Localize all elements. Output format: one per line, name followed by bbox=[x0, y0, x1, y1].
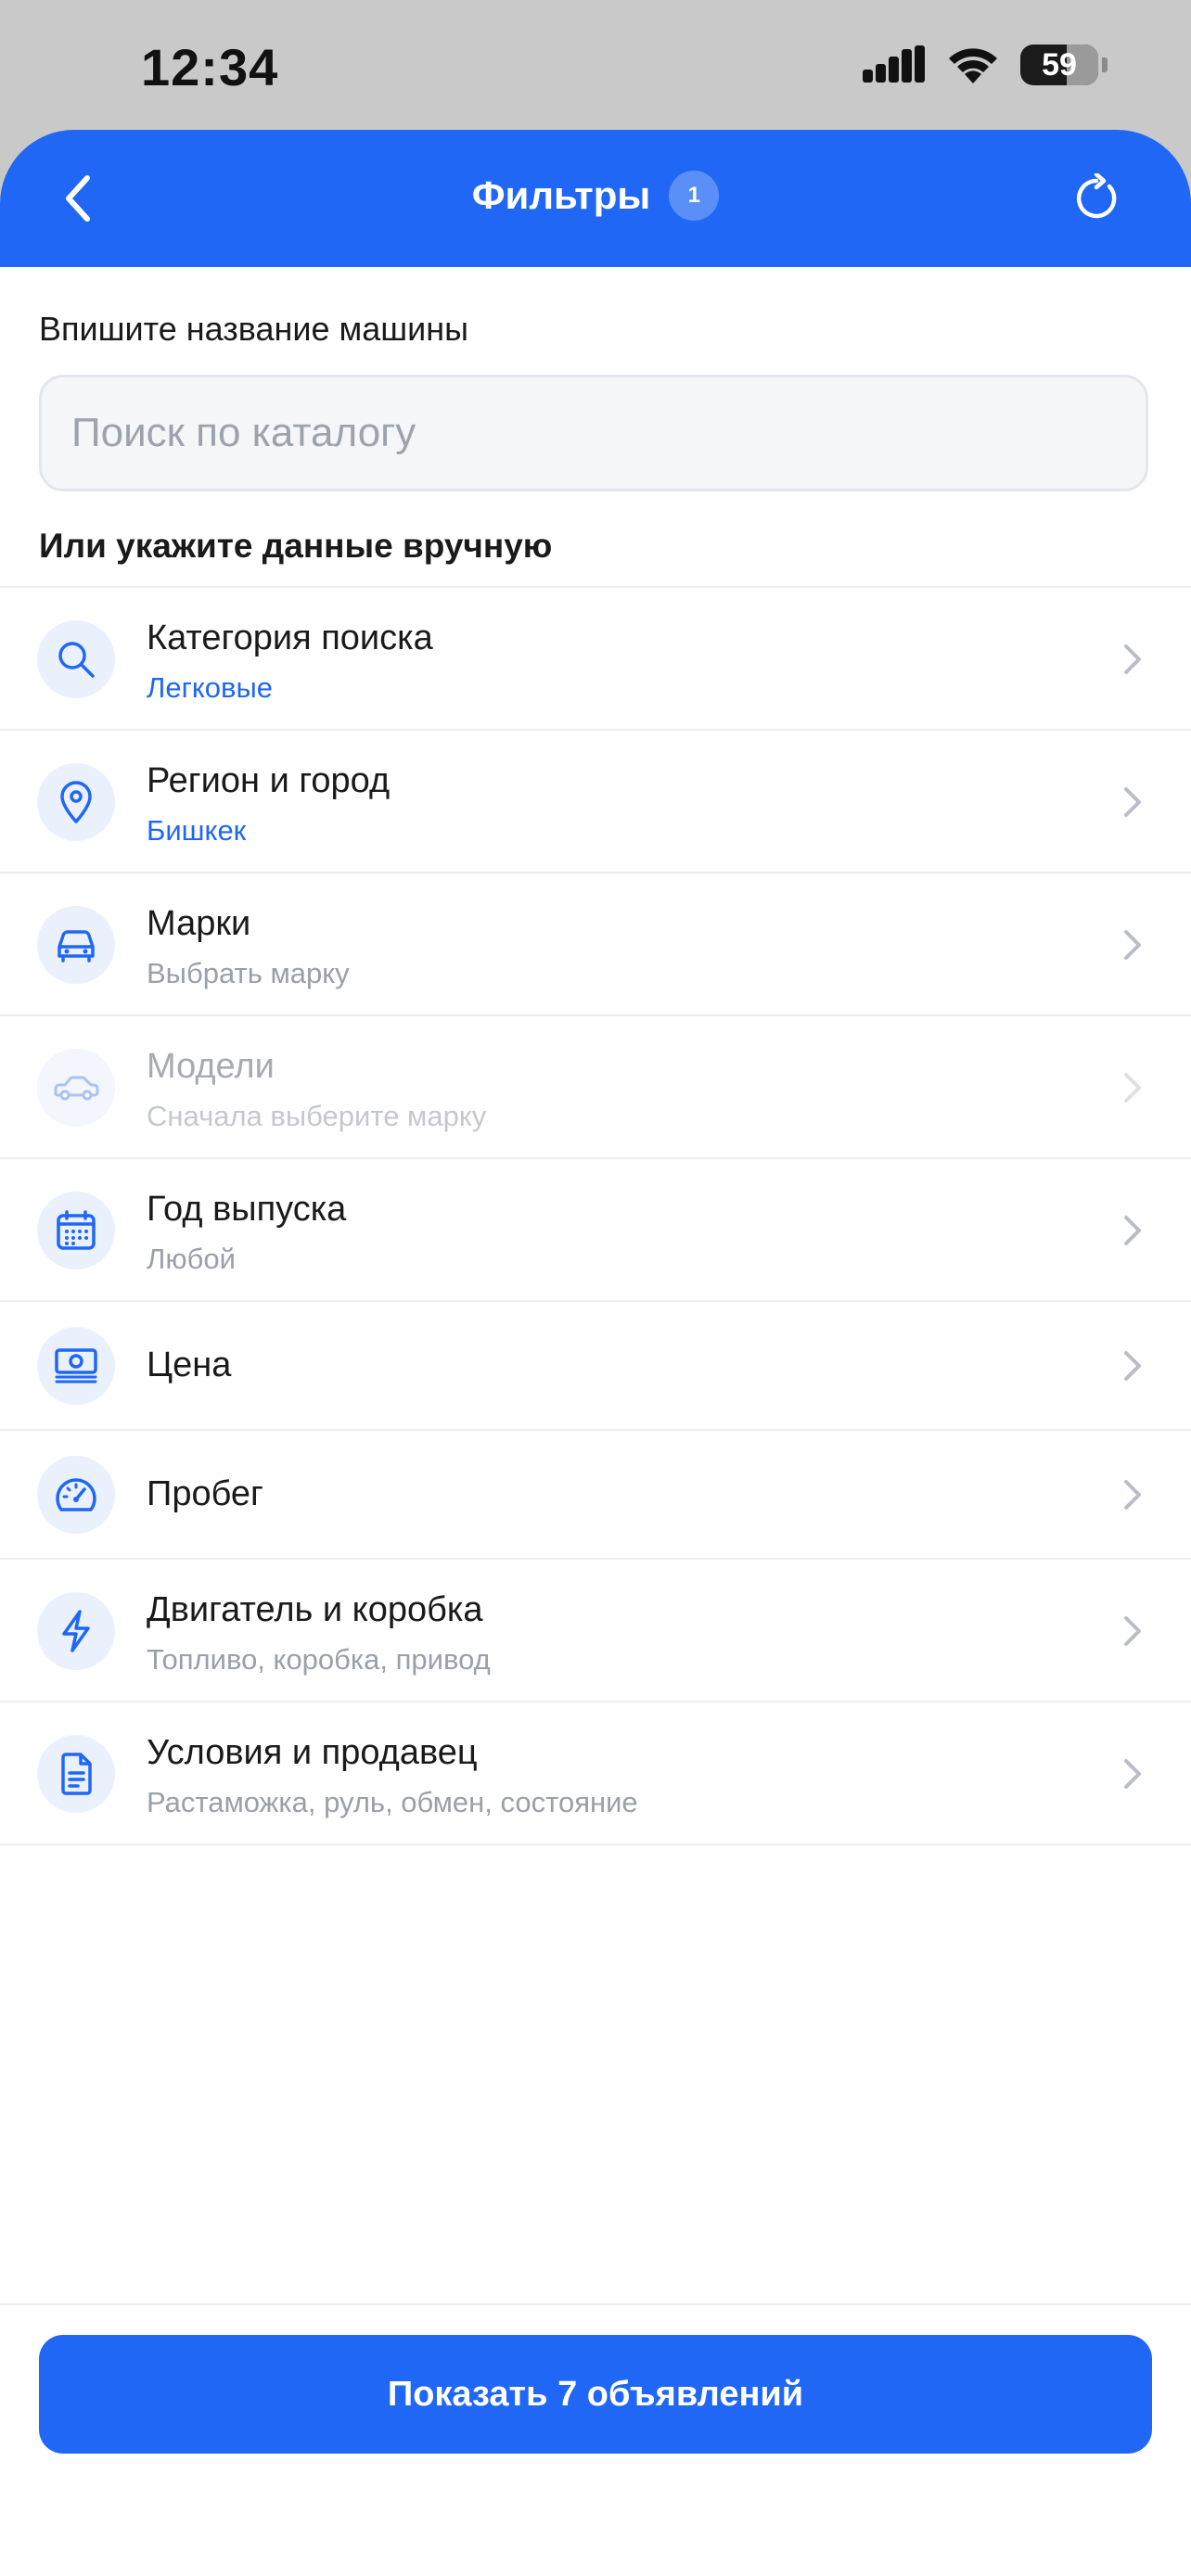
chevron-right-icon bbox=[1124, 787, 1141, 817]
bottom-divider bbox=[0, 2303, 1191, 2305]
status-icons: 59 bbox=[863, 45, 1108, 85]
filter-value: Легковые bbox=[147, 671, 274, 704]
filter-title: Год выпуска bbox=[147, 1190, 347, 1229]
filter-row-brands[interactable]: Марки Выбрать марку bbox=[0, 874, 1191, 1016]
chevron-right-icon bbox=[1124, 1480, 1141, 1510]
filter-value: Любой bbox=[147, 1243, 236, 1275]
battery-icon: 59 bbox=[1020, 45, 1098, 85]
manual-section-label: Или укажите данные вручную bbox=[39, 527, 553, 565]
location-pin-icon bbox=[37, 763, 115, 841]
filter-value: Сначала выберите марку bbox=[147, 1100, 487, 1132]
filter-title: Цена bbox=[147, 1345, 232, 1384]
speedometer-icon bbox=[37, 1456, 115, 1534]
filter-row-engine[interactable]: Двигатель и коробка Топливо, коробка, пр… bbox=[0, 1560, 1191, 1702]
filter-row-conditions[interactable]: Условия и продавец Растаможка, руль, обм… bbox=[0, 1702, 1191, 1845]
status-bar: 12:34 59 bbox=[0, 0, 1191, 130]
filter-list: Категория поиска Легковые Регион и город… bbox=[0, 586, 1191, 1845]
filters-content: Впишите название машины Или укажите данн… bbox=[0, 267, 1191, 2576]
car-icon bbox=[37, 906, 115, 984]
filter-title: Модели bbox=[147, 1047, 275, 1086]
filter-title: Категория поиска bbox=[147, 618, 433, 657]
filter-title: Условия и продавец bbox=[147, 1733, 478, 1772]
active-filters-badge: 1 bbox=[669, 171, 720, 221]
filter-row-year[interactable]: Год выпуска Любой bbox=[0, 1159, 1191, 1302]
chevron-right-icon bbox=[1124, 930, 1141, 960]
refresh-icon bbox=[1076, 173, 1117, 219]
chevron-right-icon bbox=[1124, 1073, 1141, 1103]
filter-title: Марки bbox=[147, 904, 251, 943]
filter-row-category[interactable]: Категория поиска Легковые bbox=[0, 588, 1191, 731]
calendar-icon bbox=[37, 1192, 115, 1269]
chevron-right-icon bbox=[1124, 1216, 1141, 1245]
battery-level: 59 bbox=[1042, 46, 1077, 83]
filter-value: Бишкек bbox=[147, 814, 247, 847]
chevron-right-icon bbox=[1124, 1351, 1141, 1381]
header-title-group: Фильтры 1 bbox=[0, 171, 1191, 221]
chevron-right-icon bbox=[1124, 1616, 1141, 1646]
reset-filters-button[interactable] bbox=[1059, 161, 1133, 236]
search-icon bbox=[37, 620, 115, 698]
filter-row-price[interactable]: Цена bbox=[0, 1302, 1191, 1431]
status-time: 12:34 bbox=[141, 38, 279, 96]
filter-title: Регион и город bbox=[147, 761, 391, 800]
lightning-icon bbox=[37, 1592, 115, 1670]
catalog-search-field[interactable] bbox=[39, 375, 1148, 491]
document-icon bbox=[37, 1735, 115, 1813]
chevron-right-icon bbox=[1124, 644, 1141, 674]
filter-value: Топливо, коробка, привод bbox=[147, 1643, 491, 1676]
search-label: Впишите название машины bbox=[39, 310, 468, 348]
app-header: Фильтры 1 bbox=[0, 130, 1191, 267]
car-icon bbox=[37, 1049, 115, 1127]
filter-row-mileage[interactable]: Пробег bbox=[0, 1431, 1191, 1560]
banknote-icon bbox=[37, 1327, 115, 1405]
catalog-search-input[interactable] bbox=[42, 377, 1146, 489]
page-title: Фильтры bbox=[471, 173, 651, 217]
chevron-right-icon bbox=[1124, 1759, 1141, 1789]
show-results-button[interactable]: Показать 7 объявлений bbox=[39, 2335, 1152, 2454]
filter-value: Выбрать марку bbox=[147, 957, 350, 989]
filter-title: Пробег bbox=[147, 1474, 263, 1513]
filter-value: Растаможка, руль, обмен, состояние bbox=[147, 1786, 638, 1818]
wifi-icon bbox=[949, 48, 997, 83]
cellular-signal-icon bbox=[863, 45, 925, 83]
filter-title: Двигатель и коробка bbox=[147, 1590, 483, 1629]
filter-row-region[interactable]: Регион и город Бишкек bbox=[0, 731, 1191, 874]
filter-row-models: Модели Сначала выберите марку bbox=[0, 1016, 1191, 1159]
